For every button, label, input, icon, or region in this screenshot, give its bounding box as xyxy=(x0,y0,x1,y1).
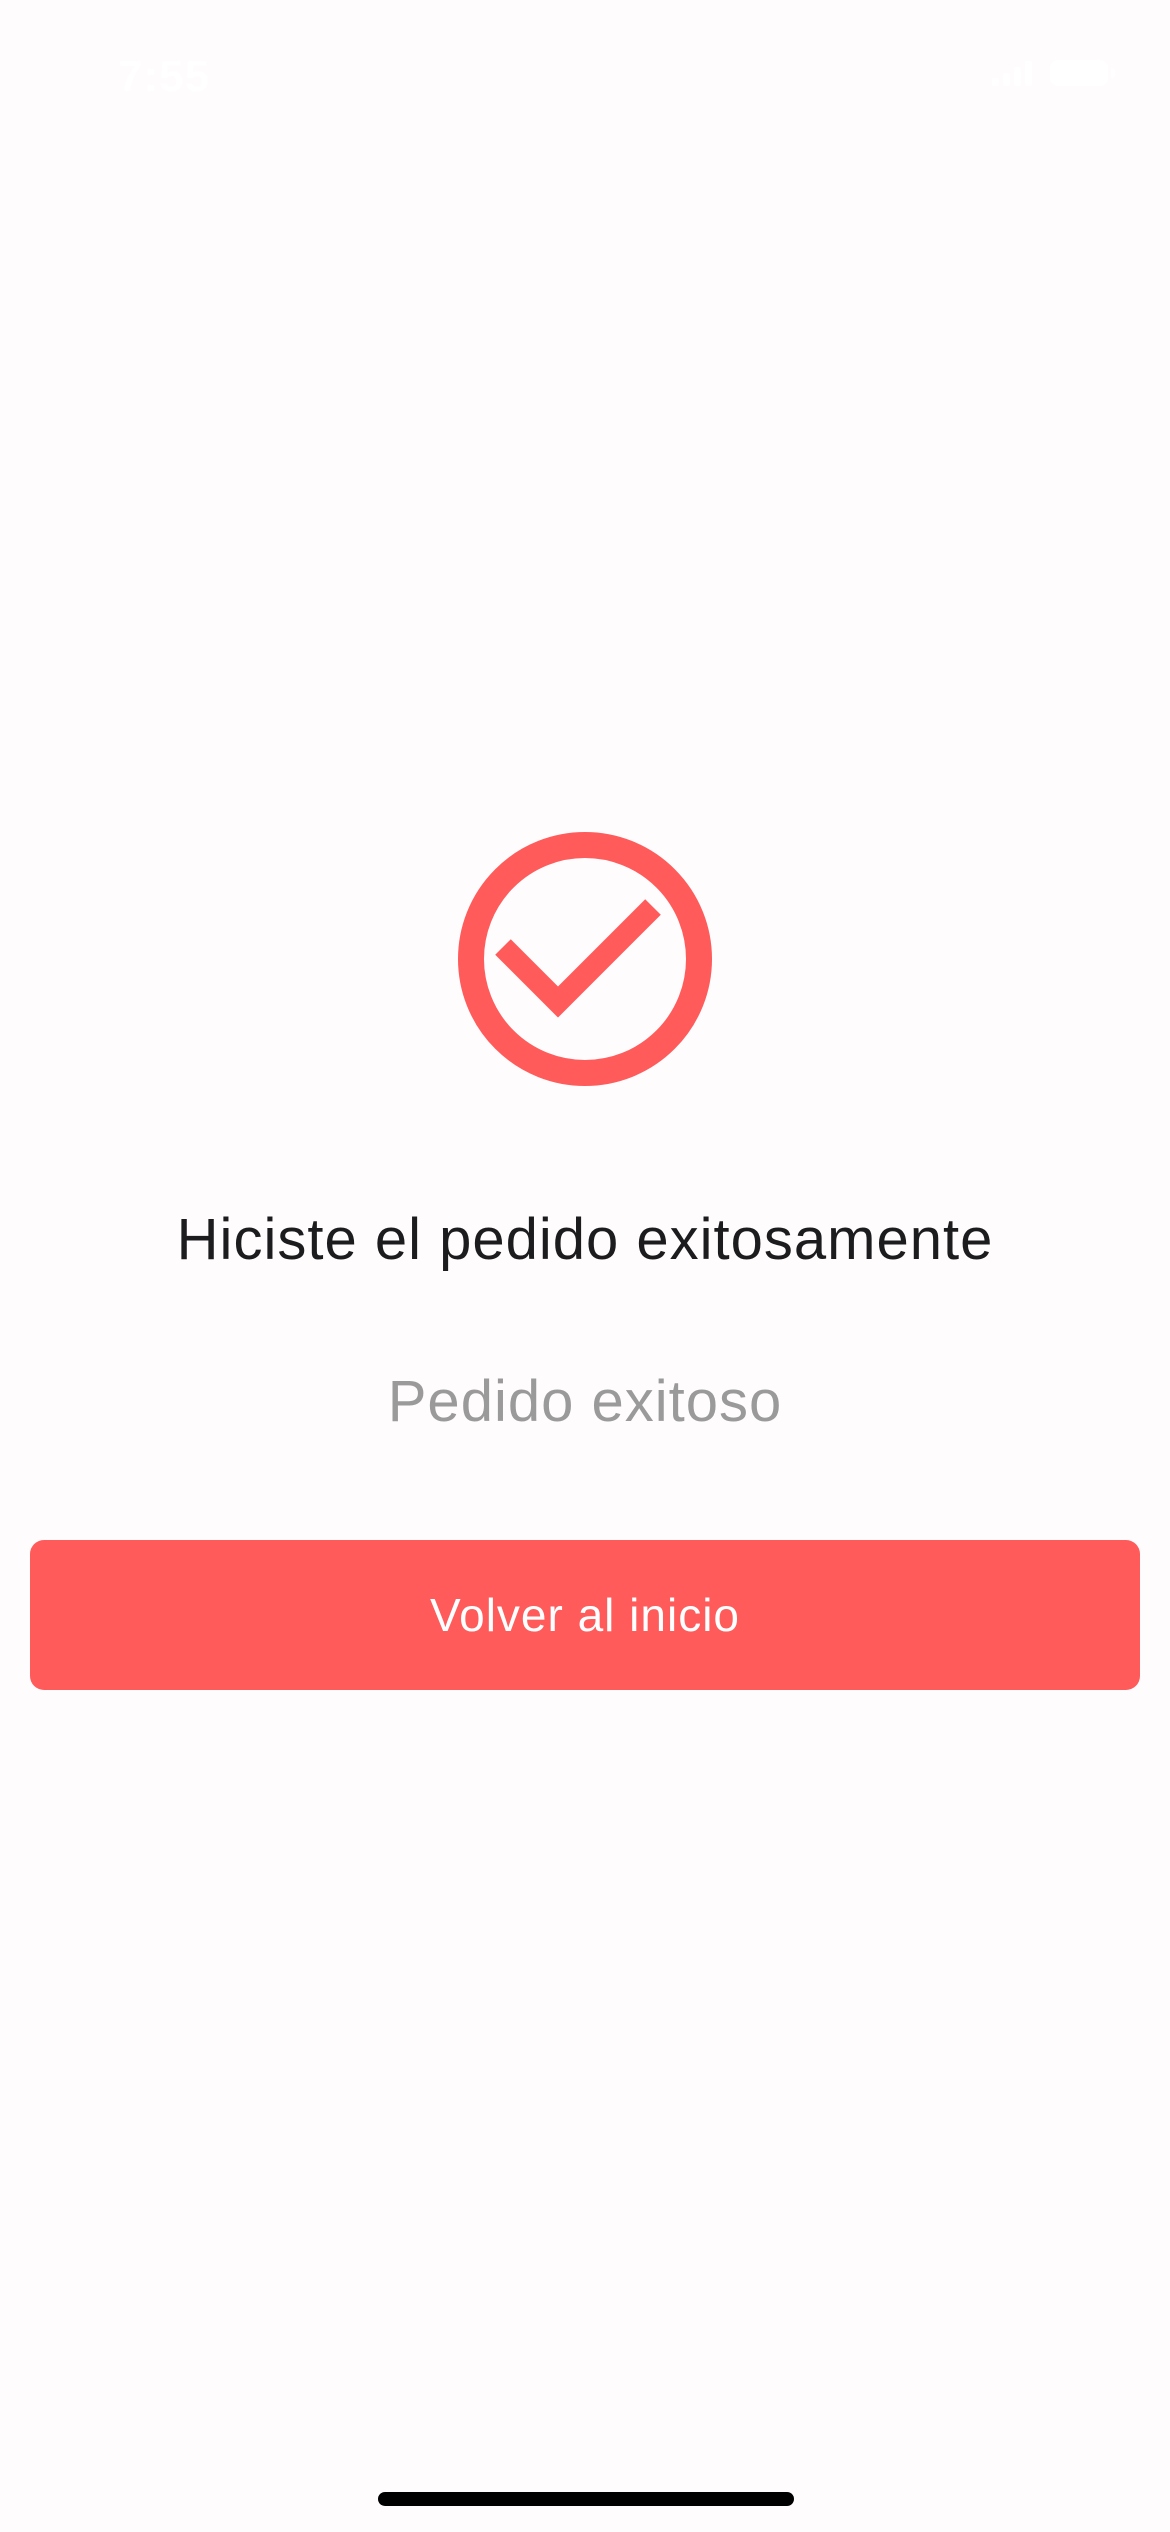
status-bar: 7:55 xyxy=(0,0,1170,140)
status-icons xyxy=(992,60,1115,86)
back-to-home-button[interactable]: Volver al inicio xyxy=(30,1540,1140,1690)
signal-icon xyxy=(992,60,1032,86)
success-subtitle: Pedido exitoso xyxy=(387,1369,783,1434)
order-success-screen: 7:55 Hiciste el pedido exitosamente Pedi… xyxy=(0,0,1170,2532)
check-circle-icon xyxy=(458,832,712,1086)
status-time: 7:55 xyxy=(118,52,211,101)
home-indicator xyxy=(378,2492,794,2506)
success-title: Hiciste el pedido exitosamente xyxy=(176,1207,994,1272)
battery-icon xyxy=(1050,60,1115,86)
